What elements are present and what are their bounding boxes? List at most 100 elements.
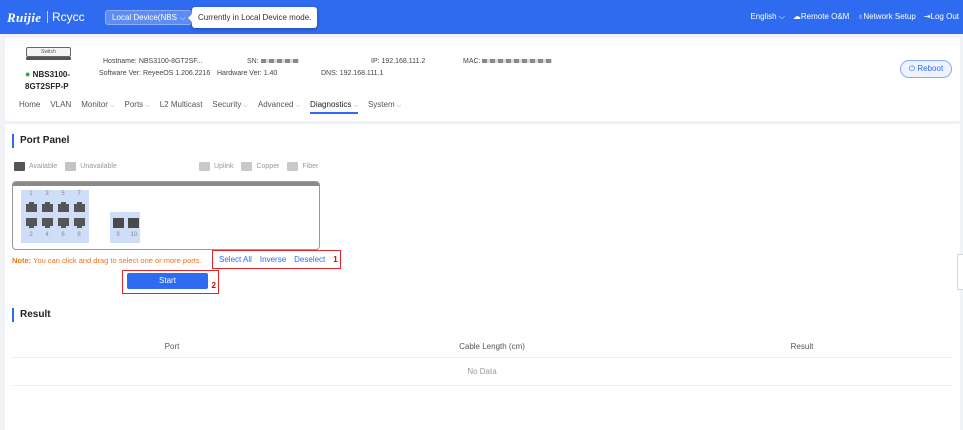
port-2[interactable] xyxy=(26,218,37,228)
logo-divider xyxy=(47,11,48,23)
device-model-line1: NBS3100- xyxy=(32,70,71,79)
ruijie-logo: Ruijie xyxy=(7,10,42,25)
select-all-link[interactable]: Select All xyxy=(219,255,252,264)
side-drawer-handle[interactable] xyxy=(957,254,963,290)
network-setup-link[interactable]: ♁Network Setup xyxy=(857,12,915,22)
ip-info: IP: 192.168.111.2 xyxy=(371,58,425,65)
nav-diagnostics-label: Diagnostics xyxy=(310,100,352,109)
chevron-down-icon: ⌵ xyxy=(109,103,115,109)
ip-label: IP: xyxy=(371,58,380,65)
port-panel-title: Port Panel xyxy=(12,134,69,148)
switch-port-panel[interactable]: 1 3 5 7 2 4 6 8 9 10 xyxy=(12,181,320,250)
nav-system-label: System xyxy=(367,100,395,109)
legend-fiber-label: Fiber xyxy=(302,163,319,170)
port-available-icon xyxy=(14,162,25,171)
port-number-label: 8 xyxy=(77,232,81,238)
reboot-button[interactable]: ⏻ Reboot xyxy=(900,60,952,78)
port-7[interactable] xyxy=(74,202,85,212)
port-number-label: 3 xyxy=(45,191,49,197)
software-value: ReyeeOS 1.206.2216 xyxy=(142,70,211,77)
hostname-info: Hostname: NBS3100-8GT2SF... xyxy=(103,58,203,65)
nav-advanced[interactable]: Advanced ⌵ xyxy=(258,100,300,110)
port-number-label: 7 xyxy=(77,191,81,197)
port-9[interactable] xyxy=(113,218,124,228)
note-label: Note: xyxy=(12,256,32,265)
port-number-label: 1 xyxy=(29,191,33,197)
nav-ports[interactable]: Ports ⌵ xyxy=(125,100,150,110)
nav-l2-multicast[interactable]: L2 Multicast xyxy=(160,100,203,110)
dns-info: DNS: 192.168.111.1 xyxy=(321,70,383,77)
start-highlight: Start 2 xyxy=(122,270,219,294)
result-title: Result xyxy=(12,308,51,322)
port-number-label: 10 xyxy=(130,232,138,238)
copper-port-icon xyxy=(241,162,253,171)
deselect-link[interactable]: Deselect xyxy=(294,255,325,264)
chevron-down-icon: ⌵ xyxy=(295,103,301,109)
language-select[interactable]: English ⌵ xyxy=(750,12,785,22)
hostname-label: Hostname: xyxy=(103,58,137,65)
port-selection-note: Note: You can click and drag to select o… xyxy=(12,256,202,265)
port-8[interactable] xyxy=(74,218,85,228)
dns-value: 192.168.111.1 xyxy=(339,70,384,77)
software-label: Software Ver: xyxy=(99,70,142,77)
chevron-down-icon: ⌵ xyxy=(396,103,402,109)
ip-value: 192.168.111.2 xyxy=(381,58,426,65)
port-1[interactable] xyxy=(26,202,37,212)
hardware-label: Hardware Ver: xyxy=(217,70,262,77)
device-mode-select[interactable]: Local Device(NBS ⌵ xyxy=(105,10,193,25)
legend-unavailable-label: Unavailable xyxy=(80,163,117,170)
nav-vlan[interactable]: VLAN xyxy=(50,100,71,110)
logout-icon: ⇥ xyxy=(923,12,931,21)
start-button[interactable]: Start xyxy=(127,273,208,289)
nav-system[interactable]: System ⌵ xyxy=(368,100,401,110)
legend-availability: Available Unavailable xyxy=(14,162,117,171)
hardware-value: 1.40 xyxy=(263,70,278,77)
port-4[interactable] xyxy=(42,218,53,228)
nav-security[interactable]: Security ⌵ xyxy=(212,100,247,110)
port-number-label: 9 xyxy=(116,232,120,238)
remote-om-label: Remote O&M xyxy=(800,12,850,21)
column-header-result: Result xyxy=(790,342,814,351)
online-status-dot: ● xyxy=(25,69,31,79)
logout-link[interactable]: ⇥Log Out xyxy=(924,12,959,22)
step-marker-2: 2 xyxy=(211,281,216,290)
mac-label: MAC: xyxy=(463,58,481,65)
column-header-cable-length: Cable Length (cm) xyxy=(459,342,525,351)
nav-monitor-label: Monitor xyxy=(81,100,108,109)
nav-advanced-label: Advanced xyxy=(257,100,294,109)
result-table: Port Cable Length (cm) Result No Data xyxy=(12,335,952,386)
chevron-down-icon: ⌵ xyxy=(778,12,785,21)
port-number-label: 5 xyxy=(61,191,65,197)
nav-diagnostics[interactable]: Diagnostics ⌵ xyxy=(310,100,358,114)
mac-info: MAC: xyxy=(463,58,553,65)
port-unavailable-icon xyxy=(65,162,77,171)
chevron-down-icon: ⌵ xyxy=(353,103,358,109)
chevron-down-icon: ⌵ xyxy=(179,15,186,22)
port-6[interactable] xyxy=(58,218,69,228)
port-number-label: 4 xyxy=(45,232,49,238)
step-marker-1: 1 xyxy=(333,255,338,264)
sn-label: SN: xyxy=(247,58,259,65)
device-model: ● NBS3100- 8GT2SFP-P xyxy=(25,68,70,93)
port-10[interactable] xyxy=(128,218,139,228)
language-label: English xyxy=(750,12,777,21)
port-number-label: 6 xyxy=(61,232,65,238)
mode-tooltip: Currently in Local Device mode. xyxy=(187,7,318,28)
rcycc-logo: Rcycc xyxy=(52,10,85,24)
nav-security-label: Security xyxy=(212,100,242,109)
empty-state: No Data xyxy=(12,358,952,386)
top-bar: Ruijie Rcycc Local Device(NBS ⌵ Currently… xyxy=(0,0,963,34)
nav-monitor[interactable]: Monitor ⌵ xyxy=(81,100,114,110)
remote-om-link[interactable]: ☁Remote O&M xyxy=(793,12,849,22)
legend-copper-label: Copper xyxy=(256,163,280,170)
uplink-port-icon xyxy=(199,162,210,171)
diagnostics-panel: Port Panel Available Unavailable Uplink … xyxy=(5,124,960,430)
power-icon: ⏻ xyxy=(908,64,916,73)
inverse-link[interactable]: Inverse xyxy=(260,255,286,264)
nav-home[interactable]: Home xyxy=(19,100,40,110)
device-model-line2: 8GT2SFP-P xyxy=(25,82,69,91)
nav-ports-label: Ports xyxy=(124,100,144,109)
port-5[interactable] xyxy=(58,202,69,212)
chevron-down-icon: ⌵ xyxy=(145,103,150,109)
port-3[interactable] xyxy=(42,202,53,212)
